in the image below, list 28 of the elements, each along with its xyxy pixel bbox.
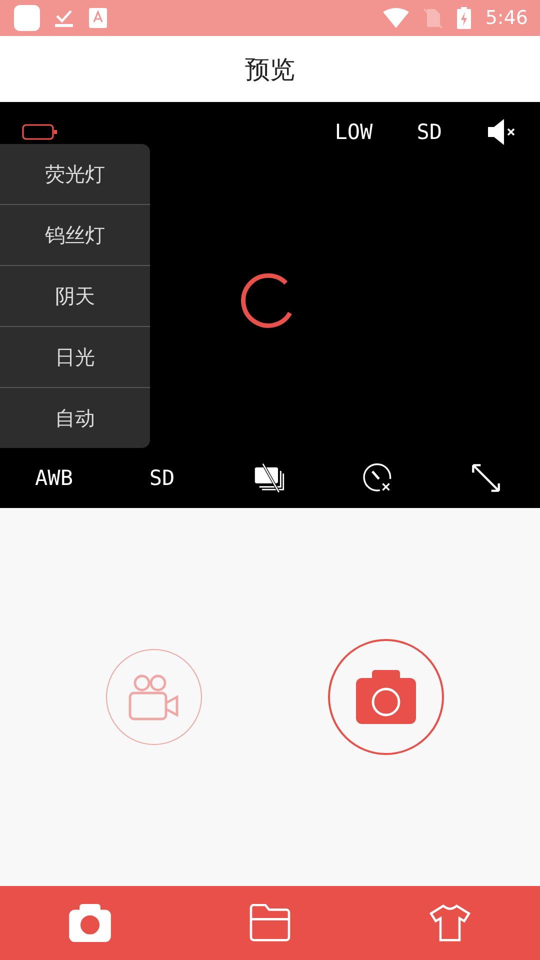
no-sim-icon [423, 8, 444, 28]
mode-label[interactable]: SD [149, 466, 175, 490]
menu-item[interactable]: 钨丝灯 [0, 205, 150, 266]
folder-tab-icon[interactable] [249, 904, 291, 942]
camera-icon [356, 670, 416, 724]
photo-capture-button[interactable] [328, 639, 444, 755]
battery-charging-icon [457, 7, 472, 29]
battery-icon [22, 123, 58, 141]
menu-item[interactable]: 阴天 [0, 266, 150, 327]
page-title: 预览 [245, 54, 295, 86]
status-label[interactable]: LOW [334, 120, 373, 144]
wifi-icon [383, 8, 410, 28]
status-label[interactable]: SD [416, 120, 442, 144]
download-done-icon [54, 8, 74, 28]
burst-off-icon[interactable] [254, 463, 286, 493]
app-icon [14, 5, 40, 31]
mode-label[interactable]: AWB [35, 466, 73, 490]
shirt-tab-icon[interactable] [429, 904, 471, 942]
menu-item[interactable]: 荧光灯 [0, 144, 150, 205]
menu-item[interactable]: 自动 [0, 388, 150, 448]
fullscreen-icon[interactable] [470, 463, 502, 493]
mute-icon[interactable] [486, 118, 516, 146]
video-camera-icon [128, 673, 180, 721]
clock-time: 5:46 [485, 7, 528, 29]
camera-tab-icon[interactable] [69, 904, 111, 942]
timer-off-icon[interactable] [362, 463, 394, 493]
menu-item[interactable]: 日光 [0, 327, 150, 388]
document-icon [88, 8, 108, 28]
